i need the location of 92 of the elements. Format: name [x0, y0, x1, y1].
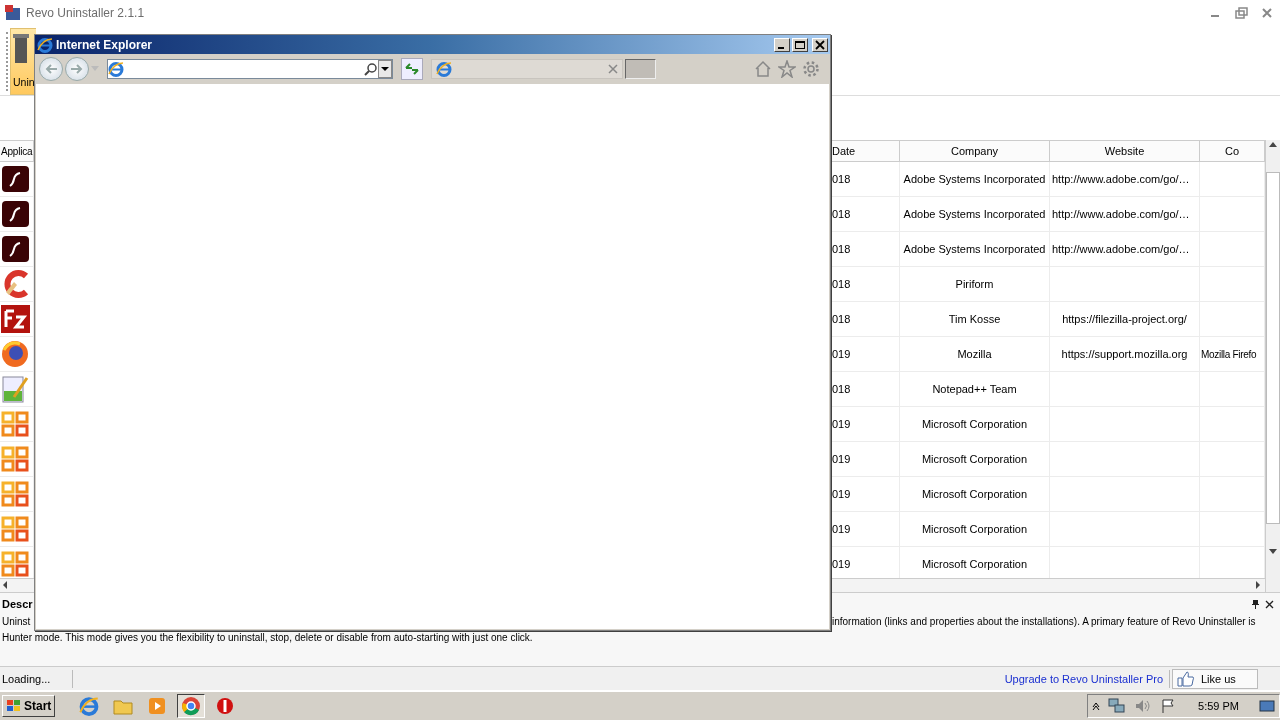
table-cell: 019: [832, 558, 851, 571]
table-cell: Adobe Systems Incorporated: [903, 243, 1046, 256]
app-icon: [0, 375, 30, 404]
app-logo-icon: [4, 3, 22, 22]
home-icon[interactable]: [754, 60, 772, 78]
table-cell: Tim Kosse: [948, 313, 1001, 326]
table-cell: https://filezilla-project.org/: [1062, 313, 1187, 326]
status-text: Loading...: [2, 672, 51, 685]
table-cell: http://www.adobe.com/go/…: [1052, 208, 1190, 221]
table-cell: Microsoft Corporation: [921, 418, 1028, 431]
upgrade-link[interactable]: Upgrade to Revo Uninstaller Pro: [1004, 669, 1170, 688]
browser-logo-icon: [436, 61, 452, 77]
table-cell: 019: [832, 488, 851, 501]
close-icon[interactable]: [1265, 599, 1274, 610]
browser-icon: [79, 696, 100, 716]
table-cell: Piriform: [955, 278, 994, 291]
column-header[interactable]: Applica: [1, 145, 33, 157]
column-header[interactable]: Website: [1104, 145, 1145, 158]
windows-logo-icon: [6, 699, 22, 713]
caret-icon: [381, 66, 389, 72]
table-cell: 018: [832, 243, 851, 256]
media-player-icon: [147, 696, 168, 716]
app-icon: [0, 550, 30, 579]
restore-button[interactable]: [1234, 5, 1248, 20]
browser-logo-icon: [37, 36, 53, 53]
app-icon: [0, 340, 30, 369]
refresh-arrows-icon: [404, 62, 420, 76]
column-header[interactable]: Company: [950, 145, 999, 158]
close-button[interactable]: [812, 37, 828, 52]
table-cell: Notepad++ Team: [932, 383, 1017, 396]
table-cell: 019: [832, 453, 851, 466]
table-cell: 019: [832, 348, 851, 361]
forward-arrow-icon: [70, 63, 84, 75]
app-icon: [0, 480, 30, 509]
caret-icon[interactable]: [1092, 701, 1101, 711]
table-cell: 018: [832, 383, 851, 396]
address-field[interactable]: [107, 59, 393, 79]
star-icon[interactable]: [778, 60, 796, 78]
browser-logo-icon: [108, 61, 124, 77]
panel-title: Descr: [2, 598, 33, 611]
maximize-button[interactable]: [792, 37, 808, 52]
trash-can-icon: [13, 32, 29, 63]
pin-icon[interactable]: [1251, 599, 1260, 610]
new-tab-button[interactable]: [625, 59, 656, 79]
start-button[interactable]: Start: [2, 695, 56, 717]
table-cell: Mozilla: [957, 348, 992, 361]
refresh-button[interactable]: [401, 58, 423, 80]
table-cell: 018: [832, 208, 851, 221]
thumbs-up-icon: [1177, 670, 1195, 687]
folder-icon: [113, 697, 134, 715]
table-cell: Microsoft Corporation: [921, 453, 1028, 466]
table-cell: Adobe Systems Incorporated: [903, 173, 1046, 186]
window-title: Revo Uninstaller 2.1.1: [26, 5, 145, 20]
scrollbar-thumb[interactable]: [1266, 172, 1280, 525]
table-cell: https://support.mozilla.org: [1061, 348, 1188, 361]
description-text: Hunter mode. This mode gives you the flexibility to uninstall, stop, delete or disable from auto-starting with just one click.: [2, 632, 534, 645]
window-title: Internet Explorer: [56, 37, 153, 52]
table-cell: 019: [832, 523, 851, 536]
app-icon: [0, 515, 30, 544]
description-text: information (links and properties about the installations). A primary feature of Revo Uninstaller is: [832, 616, 1257, 629]
table-cell: http://www.adobe.com/go/…: [1052, 173, 1190, 186]
like-button[interactable]: Like us: [1172, 668, 1258, 689]
description-text: Uninst: [2, 616, 32, 629]
show-desktop-icon[interactable]: [1259, 699, 1275, 713]
table-cell: Microsoft Corporation: [921, 558, 1028, 571]
back-arrow-icon: [44, 63, 58, 75]
browser-icon: [181, 696, 202, 716]
minimize-button[interactable]: [774, 37, 790, 52]
table-cell: Microsoft Corporation: [921, 488, 1028, 501]
taskbar-button[interactable]: [177, 694, 206, 718]
column-header[interactable]: Date: [832, 145, 856, 158]
settings-icon[interactable]: [802, 60, 820, 78]
app-icon: [0, 410, 30, 439]
table-cell: Adobe Systems Incorporated: [903, 208, 1046, 221]
browser-tab[interactable]: [431, 59, 623, 79]
flag-icon[interactable]: [1160, 698, 1177, 714]
table-cell: Microsoft Corporation: [921, 523, 1028, 536]
speaker-icon[interactable]: [1134, 698, 1153, 714]
table-cell: http://www.adobe.com/go/…: [1052, 243, 1190, 256]
search-icon[interactable]: [364, 62, 378, 76]
network-icon[interactable]: [1108, 698, 1127, 714]
table-cell: 018: [832, 313, 851, 326]
stop-icon: [215, 696, 236, 716]
dropdown-button[interactable]: [378, 60, 392, 78]
toolbar-button[interactable]: Unin: [10, 27, 36, 95]
clock[interactable]: 5:59 PM: [1198, 700, 1239, 712]
table-cell: 018: [832, 278, 851, 291]
table-cell: 019: [832, 418, 851, 431]
column-header[interactable]: Co: [1224, 145, 1240, 158]
table-cell: Mozilla Firefo: [1201, 348, 1257, 360]
app-icon: [0, 445, 30, 474]
table-cell: 018: [832, 173, 851, 186]
